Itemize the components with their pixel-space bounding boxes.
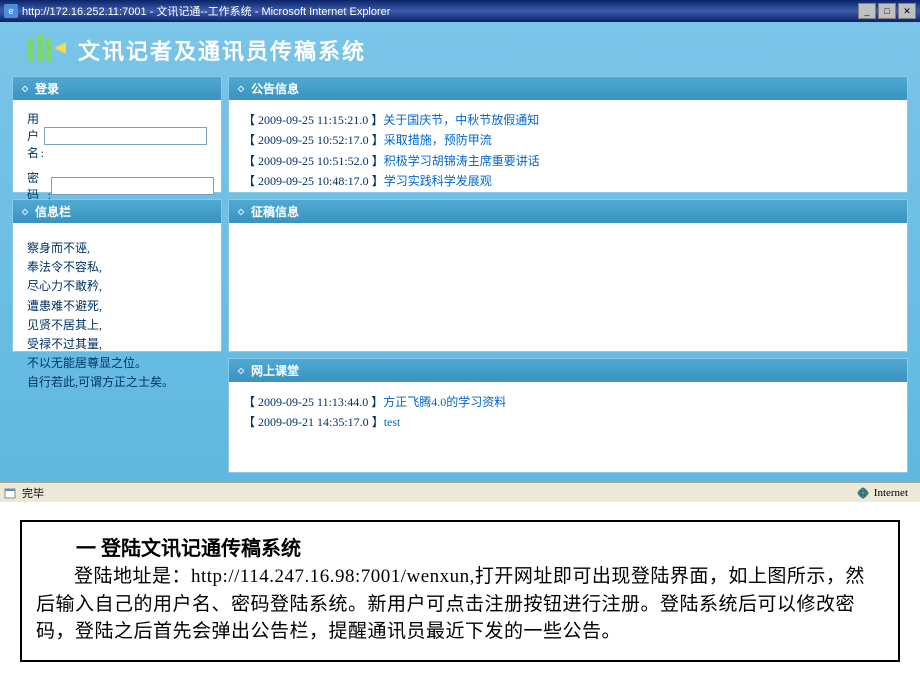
info-line: 不以无能居尊显之位。	[27, 354, 207, 373]
done-icon	[4, 486, 18, 500]
login-panel: ◇ 登录 用户名: 密 码: 登录 注册	[12, 76, 222, 193]
username-row: 用户名:	[27, 110, 207, 161]
classroom-panel-header: ◇ 网上课堂	[229, 359, 907, 382]
announce-panel: ◇ 公告信息 【 2009-09-25 11:15:21.0 】关于国庆节，中秋…	[228, 76, 908, 193]
system-title: 文讯记者及通讯员传稿系统	[78, 34, 366, 66]
news-title[interactable]: 学习实践科学发展观	[384, 174, 492, 188]
solicit-panel-body	[229, 223, 907, 351]
panel-bullet-icon: ◇	[237, 367, 245, 375]
news-item[interactable]: 【 2009-09-25 11:13:44.0 】方正飞腾4.0的学习资料	[243, 392, 893, 412]
bracket-icon: 】	[369, 174, 384, 188]
password-input[interactable]	[51, 177, 214, 195]
info-line: 尽心力不敢矜,	[27, 277, 207, 296]
news-item[interactable]: 【 2009-09-25 10:52:17.0 】采取措施，预防甲流	[243, 130, 893, 150]
news-item[interactable]: 【 2009-09-25 11:15:21.0 】关于国庆节，中秋节放假通知	[243, 110, 893, 130]
bracket-icon: 【	[243, 415, 258, 429]
info-panel-header: ◇ 信息栏	[13, 200, 221, 223]
window-titlebar: e http://172.16.252.11:7001 - 文讯记通--工作系统…	[0, 0, 920, 22]
news-title[interactable]: 积极学习胡锦涛主席重要讲话	[384, 154, 540, 168]
info-panel-body: 察身而不诬, 奉法令不容私, 尽心力不敢矜, 遭患难不避死, 见贤不居其上, 受…	[13, 223, 221, 351]
zone-label: Internet	[874, 487, 908, 499]
status-right: Internet	[856, 486, 916, 500]
page-content: 文讯记者及通讯员传稿系统 ◇ 登录 用户名: 密 码:	[0, 22, 920, 482]
info-line: 奉法令不容私,	[27, 258, 207, 277]
info-panel-title: 信息栏	[35, 203, 71, 220]
bracket-icon: 】	[368, 395, 383, 409]
news-item[interactable]: 【 2009-09-25 10:48:17.0 】学习实践科学发展观	[243, 171, 893, 191]
news-title[interactable]: test	[384, 415, 401, 429]
minimize-button[interactable]: _	[858, 3, 876, 19]
bracket-icon: 】	[369, 415, 384, 429]
left-column: ◇ 登录 用户名: 密 码: 登录 注册	[12, 76, 222, 473]
classroom-panel-body: 【 2009-09-25 11:13:44.0 】方正飞腾4.0的学习资料 【 …	[229, 382, 907, 472]
announce-panel-body: 【 2009-09-25 11:15:21.0 】关于国庆节，中秋节放假通知 【…	[229, 100, 907, 192]
info-panel: ◇ 信息栏 察身而不诬, 奉法令不容私, 尽心力不敢矜, 遭患难不避死, 见贤不…	[12, 199, 222, 352]
system-logo-icon	[28, 34, 68, 66]
news-item[interactable]: 【 2009-09-21 14:35:17.0 】test	[243, 412, 893, 432]
status-left: 完毕	[4, 485, 856, 501]
solicit-panel-title: 征稿信息	[251, 203, 299, 220]
maximize-button[interactable]: □	[878, 3, 896, 19]
classroom-panel-title: 网上课堂	[251, 362, 299, 379]
news-date: 2009-09-25 10:51:52.0	[258, 154, 369, 168]
info-line: 见贤不居其上,	[27, 316, 207, 335]
panel-bullet-icon: ◇	[21, 208, 29, 216]
panel-bullet-icon: ◇	[237, 85, 245, 93]
bracket-icon: 【	[243, 133, 258, 147]
info-line: 遭患难不避死,	[27, 297, 207, 316]
password-row: 密 码:	[27, 169, 207, 203]
news-title[interactable]: 采取措施，预防甲流	[384, 133, 492, 147]
solicit-panel-header: ◇ 征稿信息	[229, 200, 907, 223]
username-label: 用户名:	[27, 110, 44, 161]
solicit-panel: ◇ 征稿信息	[228, 199, 908, 352]
doc-heading: 一 登陆文讯记通传稿系统	[36, 532, 884, 561]
announce-panel-title: 公告信息	[251, 80, 299, 97]
main-layout: ◇ 登录 用户名: 密 码: 登录 注册	[0, 76, 920, 473]
system-header: 文讯记者及通讯员传稿系统	[0, 30, 920, 76]
info-line: 受禄不过其量,	[27, 335, 207, 354]
ie-icon: e	[4, 4, 18, 18]
news-date: 2009-09-25 11:13:44.0	[258, 395, 368, 409]
doc-body: 登陆地址是：http://114.247.16.98:7001/wenxun,打…	[36, 563, 884, 646]
bracket-icon: 】	[368, 113, 383, 127]
bracket-icon: 】	[369, 154, 384, 168]
doc-section: 一 登陆文讯记通传稿系统 登陆地址是：http://114.247.16.98:…	[20, 520, 900, 662]
bracket-icon: 【	[243, 174, 258, 188]
login-panel-body: 用户名: 密 码: 登录 注册 【通讯员找回密码】	[13, 100, 221, 192]
news-date: 2009-09-25 11:15:21.0	[258, 113, 368, 127]
announce-panel-header: ◇ 公告信息	[229, 77, 907, 100]
bracket-icon: 【	[243, 154, 258, 168]
panel-bullet-icon: ◇	[237, 208, 245, 216]
bracket-icon: 【	[243, 395, 258, 409]
status-bar: 完毕 Internet	[0, 482, 920, 502]
password-label: 密 码:	[27, 169, 51, 203]
panel-bullet-icon: ◇	[21, 85, 29, 93]
info-line: 自行若此,可谓方正之士矣。	[27, 373, 207, 392]
news-date: 2009-09-25 10:52:17.0	[258, 133, 369, 147]
news-title[interactable]: 方正飞腾4.0的学习资料	[383, 395, 506, 409]
window-controls: _ □ ✕	[858, 3, 916, 19]
classroom-panel: ◇ 网上课堂 【 2009-09-25 11:13:44.0 】方正飞腾4.0的…	[228, 358, 908, 473]
news-date: 2009-09-25 10:48:17.0	[258, 174, 369, 188]
username-input[interactable]	[44, 127, 207, 145]
right-column: ◇ 公告信息 【 2009-09-25 11:15:21.0 】关于国庆节，中秋…	[228, 76, 908, 473]
close-button[interactable]: ✕	[898, 3, 916, 19]
bracket-icon: 】	[369, 133, 384, 147]
news-date: 2009-09-21 14:35:17.0	[258, 415, 369, 429]
login-panel-title: 登录	[35, 80, 59, 97]
info-line: 察身而不诬,	[27, 239, 207, 258]
status-text: 完毕	[22, 485, 44, 501]
window-title: http://172.16.252.11:7001 - 文讯记通--工作系统 -…	[22, 3, 858, 19]
login-panel-header: ◇ 登录	[13, 77, 221, 100]
bracket-icon: 【	[243, 113, 258, 127]
news-title[interactable]: 关于国庆节，中秋节放假通知	[383, 113, 539, 127]
news-item[interactable]: 【 2009-09-25 10:51:52.0 】积极学习胡锦涛主席重要讲话	[243, 151, 893, 171]
internet-zone-icon	[856, 486, 870, 500]
